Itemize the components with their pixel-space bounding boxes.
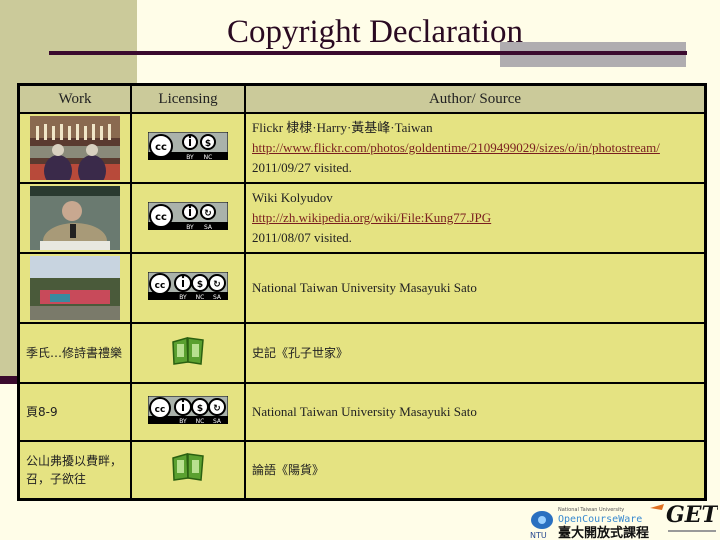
work-text: 公山弗擾以費畔，召，子欲往 (17, 440, 132, 500)
source-cell: 論語《陽貨》 (244, 440, 707, 500)
page-title: Copyright Declaration (226, 14, 523, 50)
work-image-temple (30, 256, 120, 320)
title-underline (49, 51, 687, 55)
source-link[interactable]: http://zh.wikipedia.org/wiki/File:Kung77… (252, 210, 491, 225)
svg-text:BY: BY (179, 418, 187, 424)
source-cell: National Taiwan University Masayuki Sato (244, 252, 707, 324)
table-row: 頁8-9 cc $ ↻ BY NC SA National Taiwan Uni… (17, 382, 707, 442)
cc-by-nc-sa-icon: cc $ ↻ BY NC SA (148, 271, 228, 300)
cc-by-sa-icon: cc ↻ BY SA (148, 201, 228, 230)
svg-text:$: $ (197, 280, 203, 290)
license-cell: cc ↻ BY SA (130, 182, 246, 254)
svg-text:NC: NC (196, 294, 205, 300)
license-cell (130, 440, 246, 500)
svg-text:NC: NC (196, 418, 205, 424)
svg-text:BY: BY (179, 294, 187, 300)
svg-text:NC: NC (204, 154, 213, 160)
public-domain-book-icon (172, 336, 204, 365)
source-link[interactable]: http://www.flickr.com/photos/goldentime/… (252, 140, 660, 155)
source-author: National Taiwan University Masayuki Sato (252, 404, 477, 419)
svg-text:↻: ↻ (204, 209, 212, 219)
source-cell: Flickr 棣棣·Harry·黃基峰·Taiwan http://www.fl… (244, 112, 707, 184)
svg-text:SA: SA (204, 224, 213, 230)
source-author: 史記《孔子世家》 (252, 346, 349, 360)
source-author: Flickr 棣棣·Harry·黃基峰·Taiwan (252, 120, 433, 135)
work-text: 季氏…修詩書禮樂 (17, 322, 132, 384)
table-row: 季氏…修詩書禮樂 史記《孔子世家》 (17, 322, 707, 384)
source-author: National Taiwan University Masayuki Sato (252, 280, 477, 295)
svg-text:BY: BY (186, 154, 194, 160)
svg-text:SA: SA (213, 418, 222, 424)
header-licensing: Licensing (130, 83, 246, 114)
svg-text:↻: ↻ (213, 404, 221, 414)
copyright-table: Work Licensing Author/ Source cc $ BY NC… (17, 83, 707, 501)
header-work: Work (17, 83, 132, 114)
ntu-ocw-logo: NTU National Taiwan University OpenCours… (530, 502, 718, 540)
cc-by-nc-sa-icon: cc $ ↻ BY NC SA (148, 395, 228, 424)
public-domain-book-icon (172, 453, 204, 482)
svg-text:BY: BY (186, 224, 194, 230)
svg-text:↻: ↻ (213, 280, 221, 290)
table-header-row: Work Licensing Author/ Source (17, 83, 707, 114)
svg-text:OpenCourseWare: OpenCourseWare (558, 514, 642, 525)
work-cell (17, 252, 132, 324)
work-cell (17, 182, 132, 254)
svg-text:cc: cc (155, 281, 166, 291)
svg-text:SA: SA (213, 294, 222, 300)
source-visited-date: 2011/09/27 visited. (252, 160, 352, 175)
source-author: Wiki Kolyudov (252, 190, 333, 205)
svg-text:$: $ (197, 404, 203, 414)
source-cell: National Taiwan University Masayuki Sato (244, 382, 707, 442)
source-visited-date: 2011/08/07 visited. (252, 230, 352, 245)
license-cell: cc $ BY NC (130, 112, 246, 184)
cc-by-nc-icon: cc $ BY NC (148, 131, 228, 160)
svg-text:臺大開放式課程: 臺大開放式課程 (558, 525, 649, 540)
work-image-ceremony (30, 116, 120, 180)
table-row: 公山弗擾以費畔，召，子欲往 論語《陽貨》 (17, 440, 707, 500)
svg-text:cc: cc (155, 405, 166, 415)
license-cell (130, 322, 246, 384)
work-image-elderly-man (30, 186, 120, 250)
source-cell: 史記《孔子世家》 (244, 322, 707, 384)
svg-text:NTU: NTU (530, 531, 547, 540)
license-cell: cc $ ↻ BY NC SA (130, 382, 246, 442)
source-author: 論語《陽貨》 (252, 462, 325, 477)
get-logo-text: GET (666, 502, 718, 528)
svg-text:cc: cc (155, 212, 167, 223)
svg-text:cc: cc (155, 142, 167, 153)
source-cell: Wiki Kolyudov http://zh.wikipedia.org/wi… (244, 182, 707, 254)
work-cell (17, 112, 132, 184)
svg-text:National Taiwan University: National Taiwan University (558, 507, 624, 513)
license-cell: cc $ ↻ BY NC SA (130, 252, 246, 324)
svg-text:$: $ (205, 139, 211, 149)
table-row: cc $ ↻ BY NC SA National Taiwan Universi… (17, 252, 707, 324)
header-author-source: Author/ Source (244, 83, 707, 114)
work-text: 頁8-9 (17, 382, 132, 442)
table-row: cc ↻ BY SA Wiki Kolyudov http://zh.wikip… (17, 182, 707, 254)
table-row: cc $ BY NC Flickr 棣棣·Harry·黃基峰·Taiwan ht… (17, 112, 707, 184)
